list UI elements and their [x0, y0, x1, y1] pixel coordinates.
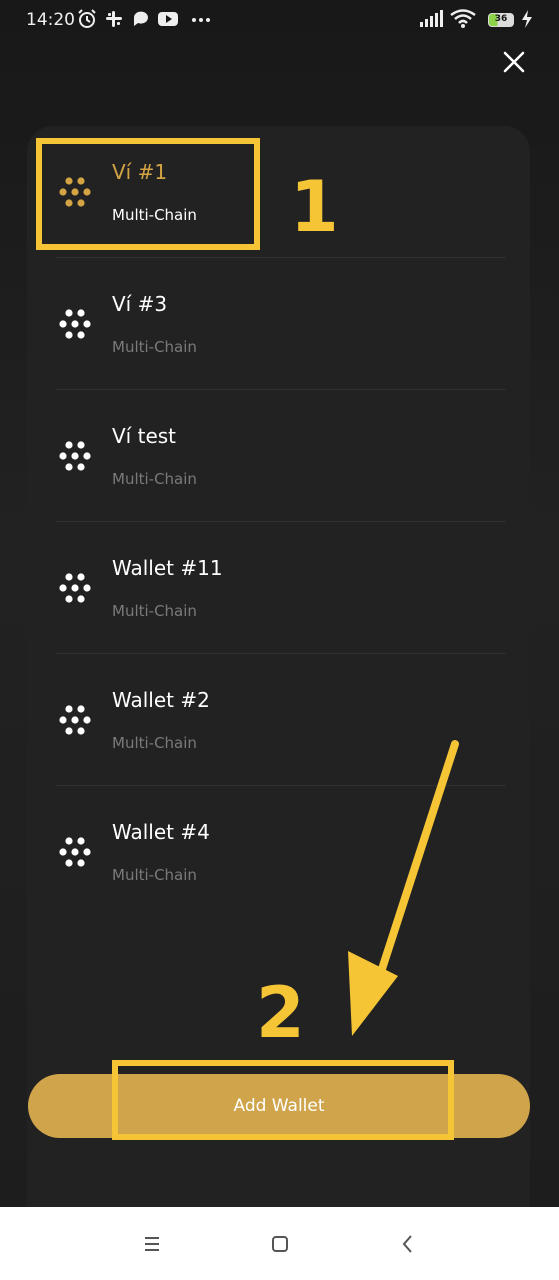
- annotation-number-two: 2: [256, 972, 305, 1054]
- annotation-highlight-box: [112, 1060, 454, 1140]
- wallet-hexagon-icon: [59, 441, 91, 471]
- signal-icon: [420, 10, 443, 27]
- wallet-item[interactable]: Ví test Multi-Chain: [27, 390, 530, 522]
- wallet-hexagon-icon: [59, 705, 91, 735]
- wallet-hexagon-icon: [59, 837, 91, 867]
- status-time: 14:20: [26, 10, 75, 30]
- annotation-arrow-icon: [348, 740, 459, 1036]
- wallet-name: Ví test: [112, 424, 177, 448]
- status-bar: 14:20 36: [0, 0, 559, 40]
- back-chevron-icon[interactable]: [393, 1229, 423, 1259]
- youtube-icon: [158, 12, 178, 26]
- wallet-subtitle: Multi-Chain: [112, 602, 197, 620]
- system-nav-bar: [0, 1207, 559, 1280]
- slack-icon: [106, 11, 122, 27]
- close-icon[interactable]: [500, 48, 528, 76]
- wifi-icon: [450, 9, 476, 28]
- more-dots-icon: [192, 18, 210, 22]
- wallet-subtitle: Multi-Chain: [112, 734, 197, 752]
- wallet-name: Ví #3: [112, 292, 168, 316]
- wallet-subtitle: Multi-Chain: [112, 866, 197, 884]
- charging-icon: [522, 10, 532, 28]
- annotation-number-one: 1: [290, 166, 339, 248]
- menu-icon[interactable]: [137, 1229, 167, 1259]
- wallet-item[interactable]: Ví #3 Multi-Chain: [27, 258, 530, 390]
- alarm-icon: [78, 9, 96, 28]
- chat-bubble-icon: [133, 11, 148, 26]
- wallet-name: Wallet #2: [112, 688, 210, 712]
- wallet-subtitle: Multi-Chain: [112, 338, 197, 356]
- wallet-name: Wallet #4: [112, 820, 210, 844]
- wallet-hexagon-icon: [59, 309, 91, 339]
- wallet-hexagon-icon: [59, 573, 91, 603]
- wallet-name: Wallet #11: [112, 556, 223, 580]
- wallet-subtitle: Multi-Chain: [112, 470, 197, 488]
- battery-icon: 36: [488, 13, 514, 27]
- wallet-item[interactable]: Wallet #11 Multi-Chain: [27, 522, 530, 654]
- annotation-highlight-box: [36, 138, 260, 250]
- home-square-icon[interactable]: [265, 1229, 295, 1259]
